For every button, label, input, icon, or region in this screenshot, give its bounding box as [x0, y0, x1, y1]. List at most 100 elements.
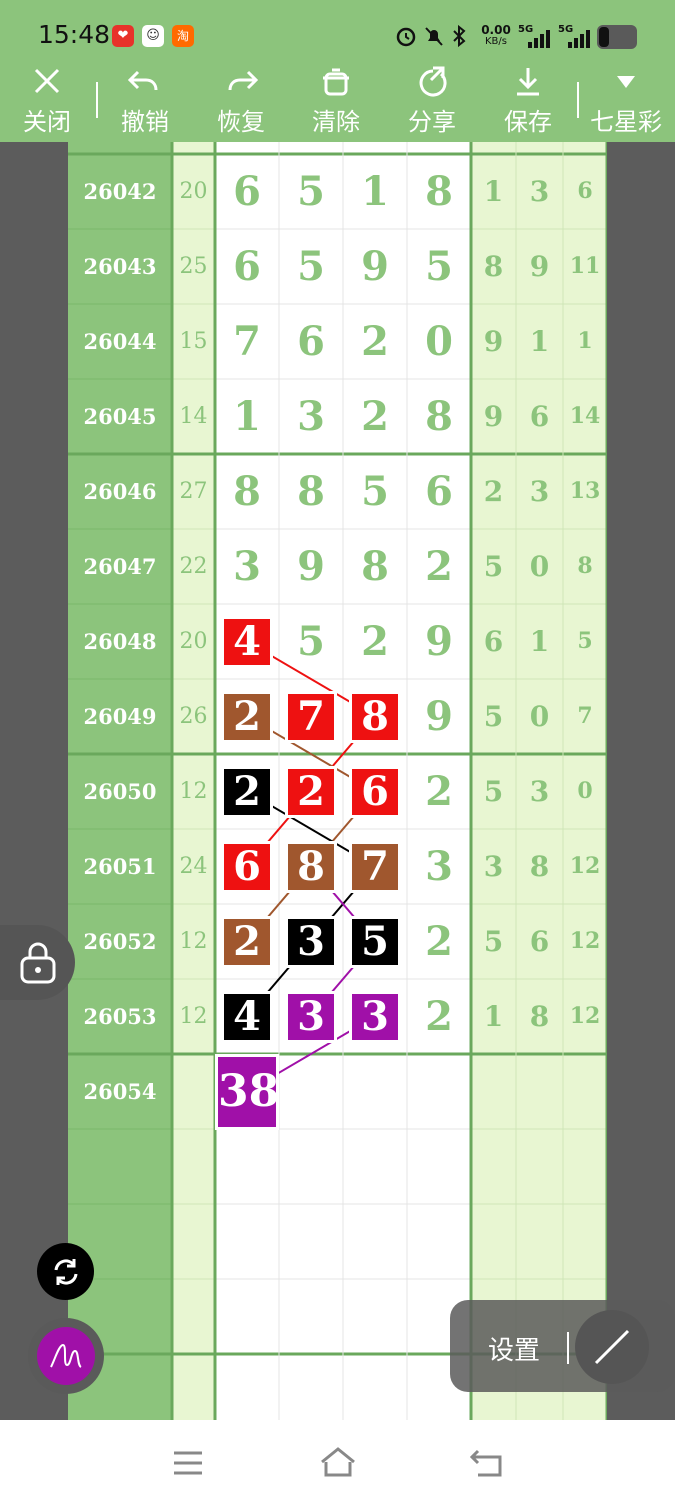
tail-cell[interactable] — [516, 1054, 563, 1129]
pen-button[interactable] — [28, 1318, 104, 1394]
red-highlight-digit[interactable]: 7 — [285, 690, 337, 743]
rotate-button[interactable] — [37, 1243, 94, 1300]
tail-cell[interactable]: 9 — [471, 304, 516, 379]
tail-cell[interactable]: 9 — [516, 142, 563, 154]
digit-cell[interactable]: 2 — [343, 304, 407, 379]
tail-cell[interactable] — [516, 1129, 563, 1204]
period-cell[interactable]: 26042 — [68, 154, 172, 229]
digit-cell[interactable] — [279, 1204, 343, 1279]
digit-cell[interactable]: 9 — [279, 529, 343, 604]
tail-cell[interactable]: 5 — [471, 679, 516, 754]
digit-cell[interactable]: 9 — [407, 679, 471, 754]
digit-cell[interactable] — [343, 1129, 407, 1204]
tail-cell[interactable]: 3 — [516, 154, 563, 229]
digit-cell[interactable]: 1 — [343, 154, 407, 229]
share-button[interactable]: 分享 — [397, 62, 467, 142]
digit-cell[interactable] — [407, 1054, 471, 1129]
black-highlight-digit[interactable]: 4 — [221, 990, 273, 1043]
tail-cell[interactable]: 7 — [563, 679, 607, 754]
digit-cell[interactable] — [215, 1279, 279, 1354]
sum-cell[interactable]: 22 — [172, 529, 215, 604]
tail-cell[interactable]: 3 — [516, 454, 563, 529]
red-highlight-digit[interactable]: 2 — [285, 765, 337, 818]
tail-cell[interactable] — [471, 1204, 516, 1279]
black-highlight-digit[interactable]: 2 — [221, 765, 273, 818]
tail-cell[interactable]: 6 — [516, 904, 563, 979]
redo-button[interactable]: 恢复 — [206, 62, 276, 142]
black-highlight-digit[interactable]: 3 — [285, 915, 337, 968]
tail-cell[interactable]: 0 — [516, 679, 563, 754]
red-highlight-digit[interactable]: 8 — [349, 690, 401, 743]
digit-cell[interactable] — [343, 1354, 407, 1420]
back-icon[interactable] — [470, 1448, 504, 1478]
sum-cell[interactable]: 18 — [172, 142, 215, 154]
tail-cell[interactable]: 8 — [516, 979, 563, 1054]
tail-cell[interactable]: 3 — [516, 754, 563, 829]
period-cell[interactable]: 26044 — [68, 304, 172, 379]
period-cell[interactable]: 26052 — [68, 904, 172, 979]
tail-cell[interactable]: 6 — [563, 154, 607, 229]
tail-cell[interactable] — [563, 1054, 607, 1129]
digit-cell[interactable]: 5 — [279, 154, 343, 229]
period-cell[interactable]: 26047 — [68, 529, 172, 604]
period-cell[interactable]: 26051 — [68, 829, 172, 904]
digit-cell[interactable]: 2 — [407, 529, 471, 604]
tail-cell[interactable]: 5 — [563, 604, 607, 679]
digit-cell[interactable]: 2 — [343, 379, 407, 454]
sum-cell[interactable] — [172, 1129, 215, 1204]
digit-cell[interactable] — [343, 1054, 407, 1129]
sum-cell[interactable]: 20 — [172, 154, 215, 229]
digit-cell[interactable] — [279, 1279, 343, 1354]
clear-button[interactable]: 清除 — [301, 62, 371, 142]
digit-cell[interactable]: 5 — [279, 604, 343, 679]
digit-cell[interactable]: 0 — [407, 304, 471, 379]
digit-cell[interactable]: 6 — [215, 229, 279, 304]
period-cell[interactable]: 26050 — [68, 754, 172, 829]
digit-cell[interactable]: 6 — [279, 304, 343, 379]
line-tool-button[interactable] — [575, 1310, 649, 1384]
digit-cell[interactable]: 8 — [279, 454, 343, 529]
sum-cell[interactable]: 20 — [172, 604, 215, 679]
purple-highlight-digit[interactable]: 3 — [285, 990, 337, 1043]
sum-cell[interactable]: 14 — [172, 379, 215, 454]
digit-cell[interactable]: 7 — [215, 142, 279, 154]
digit-cell[interactable]: 1 — [407, 142, 471, 154]
trend-chart[interactable]: 2604118791149132604220651813626043256595… — [68, 142, 607, 1420]
sum-cell[interactable] — [172, 1279, 215, 1354]
digit-cell[interactable] — [407, 1204, 471, 1279]
digit-cell[interactable]: 7 — [215, 304, 279, 379]
brown-highlight-digit[interactable]: 8 — [285, 840, 337, 893]
digit-cell[interactable]: 5 — [407, 229, 471, 304]
tail-cell[interactable]: 12 — [563, 979, 607, 1054]
tail-cell[interactable] — [563, 1129, 607, 1204]
close-button[interactable]: 关闭 — [12, 62, 82, 142]
tail-cell[interactable]: 11 — [563, 229, 607, 304]
purple-highlight-digit[interactable]: 38 — [215, 1053, 279, 1130]
digit-cell[interactable]: 8 — [407, 379, 471, 454]
tail-cell[interactable]: 9 — [516, 229, 563, 304]
digit-cell[interactable]: 2 — [407, 754, 471, 829]
tail-cell[interactable]: 0 — [516, 529, 563, 604]
digit-cell[interactable]: 5 — [279, 229, 343, 304]
period-cell[interactable]: 26041 — [68, 142, 172, 154]
digit-cell[interactable] — [215, 1354, 279, 1420]
digit-cell[interactable]: 3 — [407, 829, 471, 904]
save-button[interactable]: 保存 — [493, 62, 563, 142]
digit-cell[interactable]: 9 — [279, 142, 343, 154]
tail-cell[interactable]: 1 — [516, 304, 563, 379]
period-cell[interactable]: 26048 — [68, 604, 172, 679]
tail-cell[interactable]: 1 — [471, 154, 516, 229]
tail-cell[interactable]: 12 — [563, 904, 607, 979]
sum-cell[interactable]: 26 — [172, 679, 215, 754]
digit-cell[interactable]: 8 — [215, 454, 279, 529]
period-cell[interactable]: 26053 — [68, 979, 172, 1054]
digit-cell[interactable] — [279, 1129, 343, 1204]
lottery-type-dropdown[interactable]: 七星彩 — [590, 62, 662, 142]
period-cell[interactable]: 26043 — [68, 229, 172, 304]
digit-cell[interactable] — [343, 1204, 407, 1279]
tail-cell[interactable]: 1 — [471, 979, 516, 1054]
tail-cell[interactable]: 6 — [471, 604, 516, 679]
sum-cell[interactable] — [172, 1204, 215, 1279]
digit-cell[interactable] — [279, 1054, 343, 1129]
sum-cell[interactable]: 15 — [172, 304, 215, 379]
